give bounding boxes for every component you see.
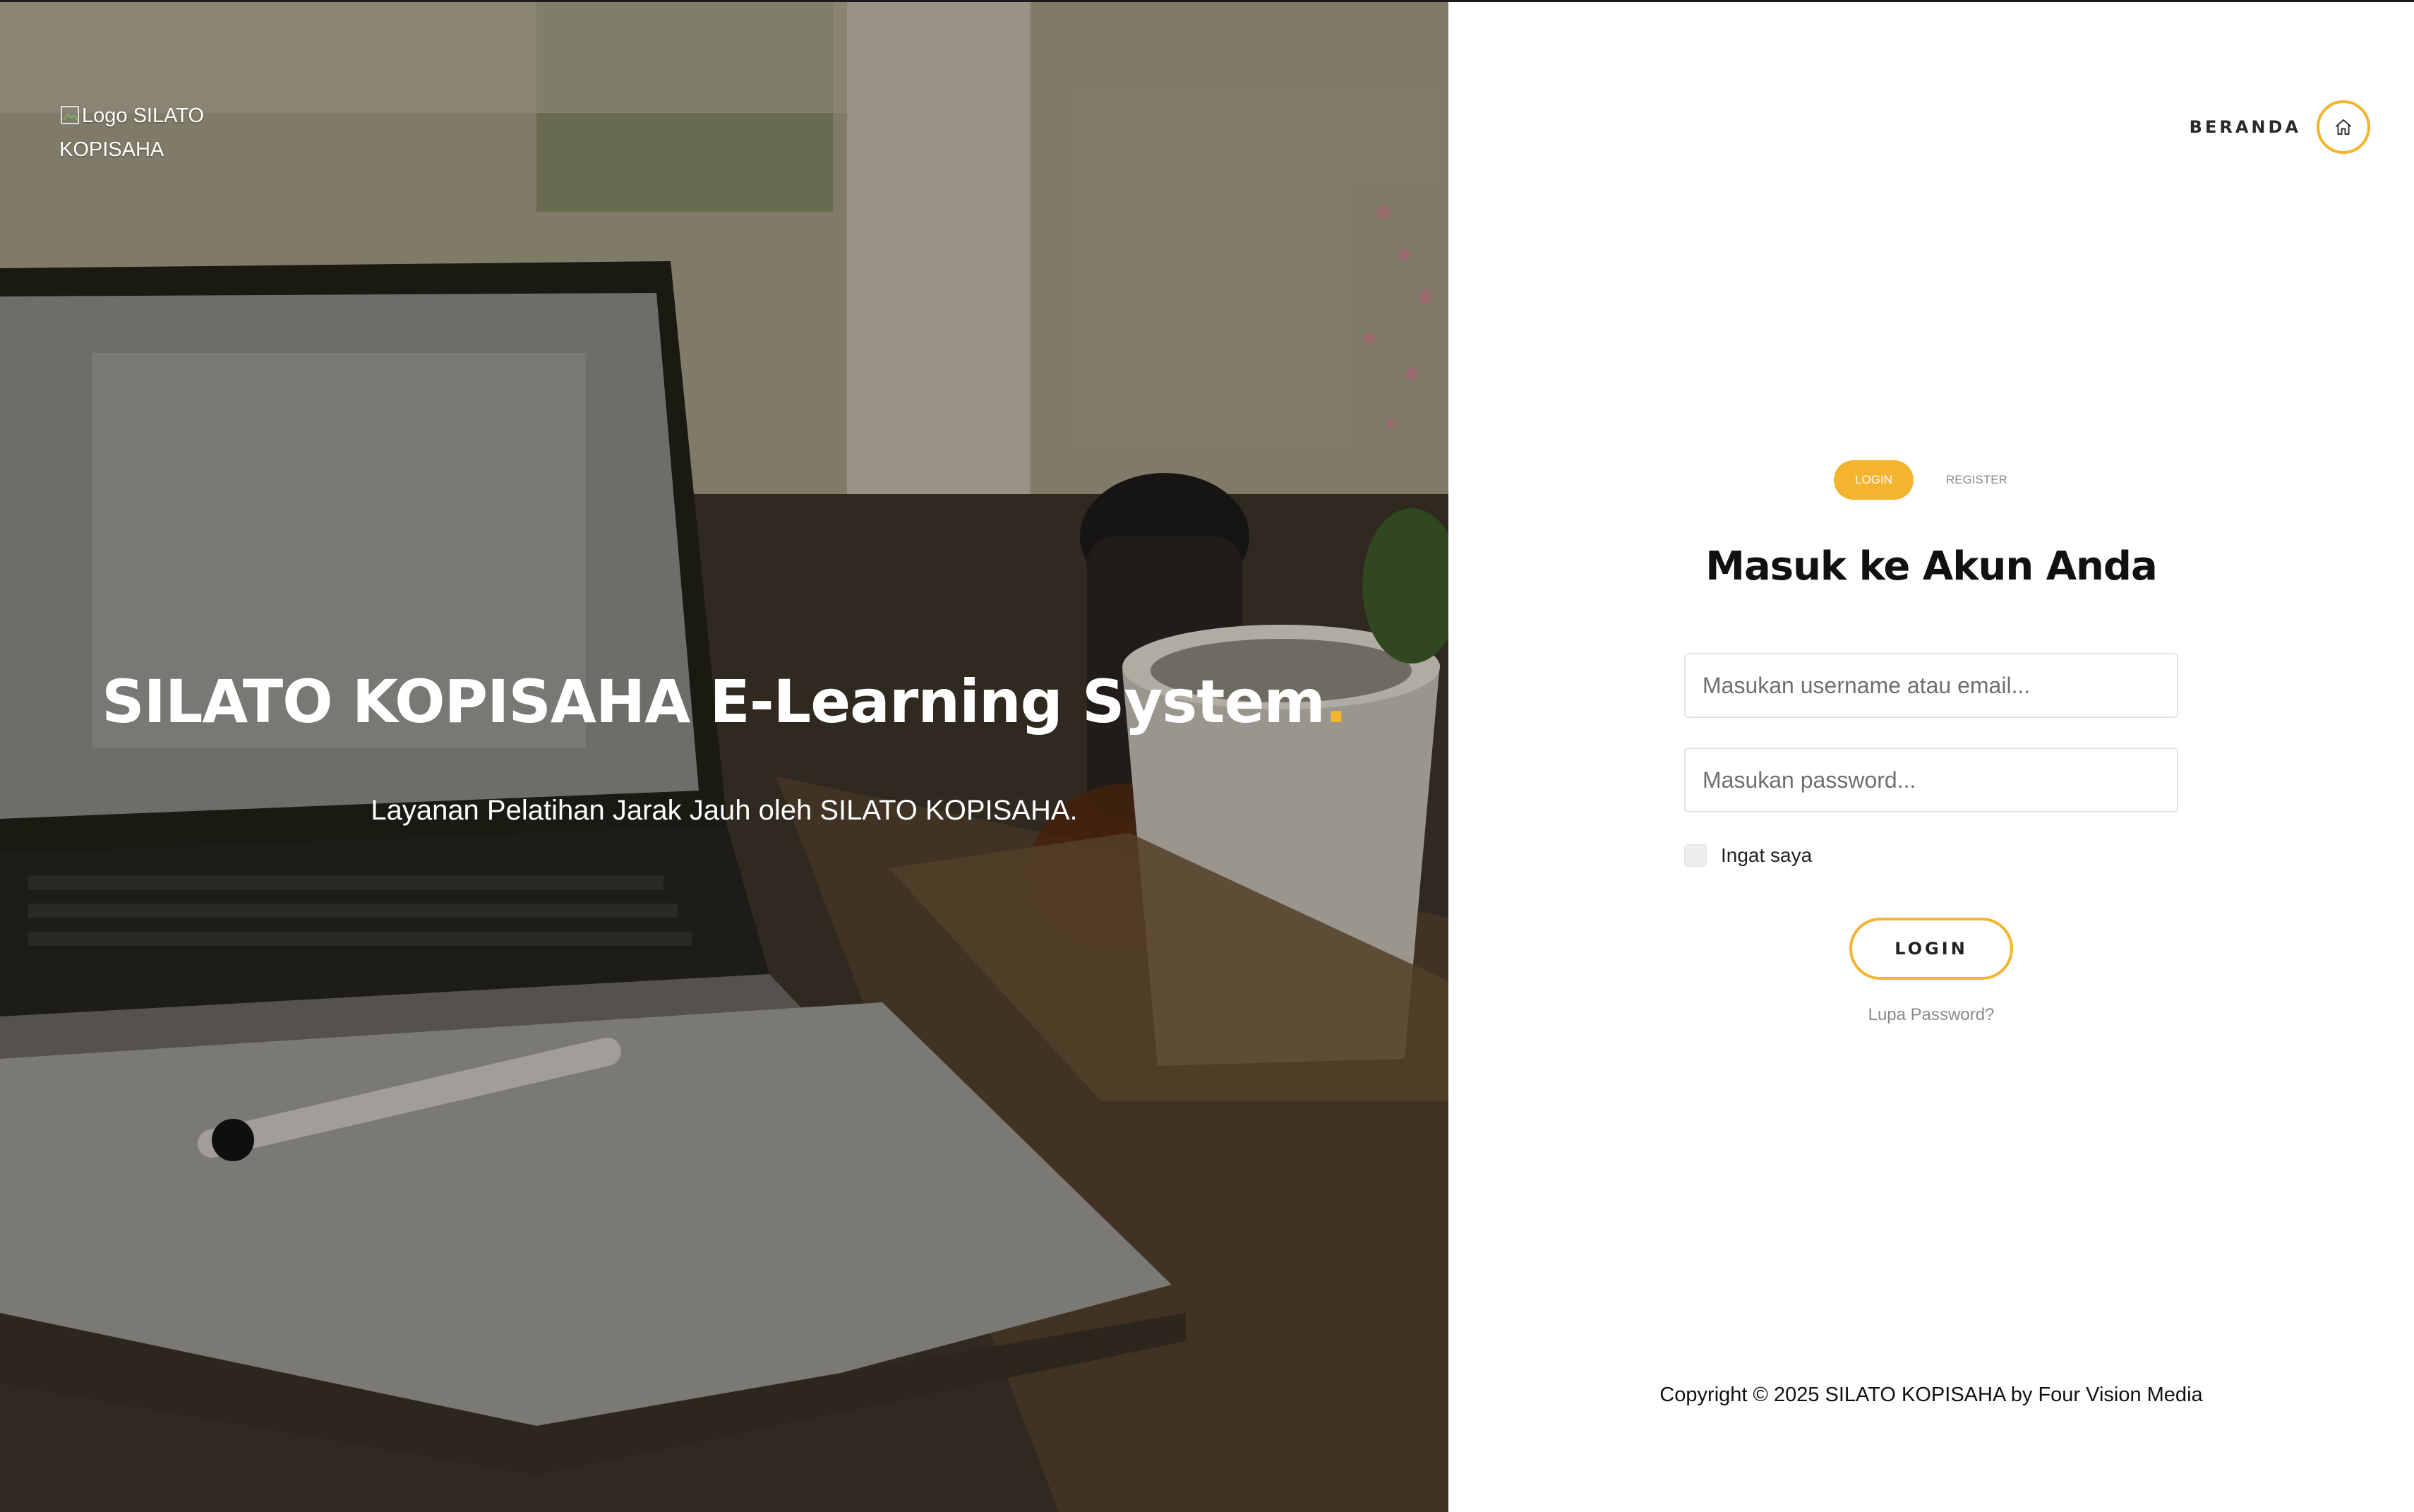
- hero-title-text: SILATO KOPISAHA E-Learning System: [102, 667, 1326, 736]
- auth-tabs: LOGIN REGISTER: [1448, 460, 2414, 500]
- hero-title: SILATO KOPISAHA E-Learning System.: [0, 667, 1448, 736]
- hero-subtitle: Layanan Pelatihan Jarak Jauh oleh SILATO…: [371, 795, 1078, 826]
- top-border: [0, 0, 2414, 2]
- logo-alt-text: Logo SILATO KOPISAHA: [59, 104, 205, 161]
- tab-login[interactable]: LOGIN: [1834, 460, 1914, 500]
- password-input[interactable]: [1684, 748, 2178, 812]
- home-icon: [2336, 119, 2351, 135]
- home-button[interactable]: [2317, 100, 2370, 154]
- username-input[interactable]: [1684, 653, 2178, 718]
- copyright-text: Copyright © 2025 SILATO KOPISAHA by Four…: [1659, 1384, 2203, 1406]
- login-button[interactable]: LOGIN: [1849, 918, 2013, 980]
- broken-image-icon: [61, 106, 79, 124]
- logo[interactable]: Logo SILATO KOPISAHA: [59, 99, 243, 167]
- login-panel: BERANDA LOGIN REGISTER Masuk ke Akun And…: [1448, 0, 2414, 1512]
- forgot-password-link[interactable]: Lupa Password?: [1448, 1005, 2414, 1025]
- remember-me[interactable]: Ingat saya: [1684, 844, 1812, 867]
- home-nav[interactable]: BERANDA: [2190, 100, 2370, 154]
- hero-panel: Logo SILATO KOPISAHA SILATO KOPISAHA E-L…: [0, 0, 1448, 1512]
- remember-label: Ingat saya: [1721, 844, 1813, 866]
- hero-dark-overlay: [0, 0, 1448, 1512]
- form-heading: Masuk ke Akun Anda: [1705, 544, 2158, 589]
- tab-register[interactable]: REGISTER: [1925, 460, 2029, 500]
- remember-checkbox[interactable]: [1684, 844, 1707, 867]
- home-nav-label[interactable]: BERANDA: [2190, 117, 2301, 137]
- hero-title-dot: .: [1324, 667, 1347, 736]
